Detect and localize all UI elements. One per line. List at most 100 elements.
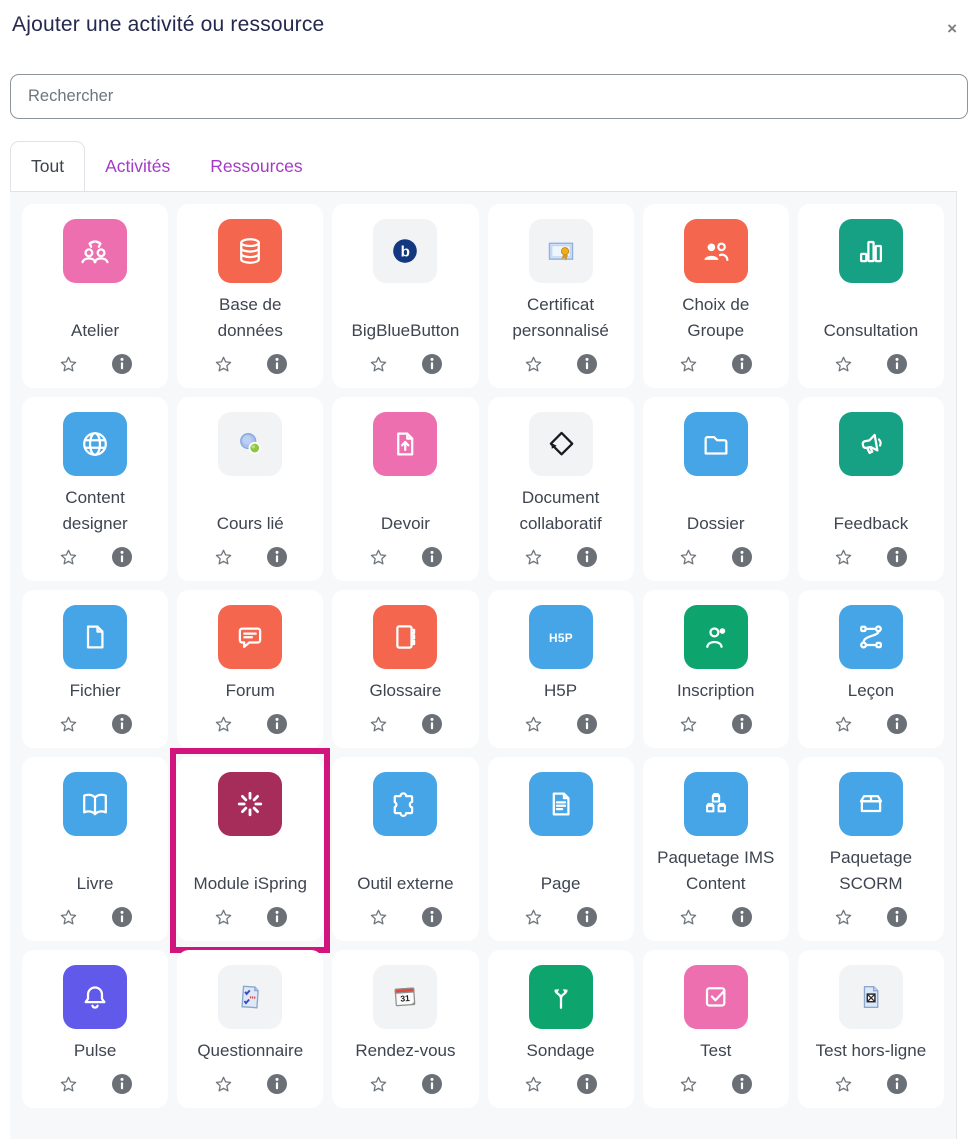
activity-card-consultation[interactable]: Consultation xyxy=(798,204,944,388)
info-circle-icon[interactable] xyxy=(731,1073,753,1095)
star-outline-icon[interactable] xyxy=(58,907,79,928)
activity-card-outil-externe[interactable]: Outil externe xyxy=(332,757,478,941)
star-outline-icon[interactable] xyxy=(523,547,544,568)
info-circle-icon[interactable] xyxy=(266,713,288,735)
star-outline-icon[interactable] xyxy=(58,354,79,375)
info-circle-icon[interactable] xyxy=(731,906,753,928)
info-circle-icon[interactable] xyxy=(111,906,133,928)
activity-card-dossier[interactable]: Dossier xyxy=(643,397,789,581)
info-circle-icon[interactable] xyxy=(576,546,598,568)
star-outline-icon[interactable] xyxy=(213,354,234,375)
info-circle-icon[interactable] xyxy=(886,546,908,568)
activity-card-test[interactable]: Test xyxy=(643,950,789,1108)
star-outline-icon[interactable] xyxy=(213,547,234,568)
info-circle-icon[interactable] xyxy=(886,906,908,928)
info-circle-icon[interactable] xyxy=(111,713,133,735)
star-outline-icon[interactable] xyxy=(368,1074,389,1095)
megaphone-icon xyxy=(839,412,903,476)
star-outline-icon[interactable] xyxy=(678,354,699,375)
star-outline-icon[interactable] xyxy=(523,907,544,928)
search-bar xyxy=(10,74,968,119)
info-circle-icon[interactable] xyxy=(266,353,288,375)
star-outline-icon[interactable] xyxy=(368,547,389,568)
activity-card-certificat-personnalis[interactable]: Certificat personnalisé xyxy=(488,204,634,388)
star-outline-icon[interactable] xyxy=(213,1074,234,1095)
info-circle-icon[interactable] xyxy=(576,1073,598,1095)
star-outline-icon[interactable] xyxy=(678,907,699,928)
info-circle-icon[interactable] xyxy=(731,546,753,568)
info-circle-icon[interactable] xyxy=(421,713,443,735)
tab-ressources[interactable]: Ressources xyxy=(190,141,322,191)
activity-card-sondage[interactable]: Sondage xyxy=(488,950,634,1108)
info-circle-icon[interactable] xyxy=(421,546,443,568)
info-circle-icon[interactable] xyxy=(886,1073,908,1095)
activity-card-fichier[interactable]: Fichier xyxy=(22,590,168,748)
star-outline-icon[interactable] xyxy=(678,1074,699,1095)
activity-card-bigbluebutton[interactable]: bBigBlueButton xyxy=(332,204,478,388)
info-circle-icon[interactable] xyxy=(111,1073,133,1095)
info-circle-icon[interactable] xyxy=(111,353,133,375)
activity-card-cours-li[interactable]: Cours lié xyxy=(177,397,323,581)
activity-card-questionnaire[interactable]: Questionnaire xyxy=(177,950,323,1108)
activity-card-choix-de-groupe[interactable]: Choix de Groupe xyxy=(643,204,789,388)
activity-card-rendez-vous[interactable]: 31Rendez-vous xyxy=(332,950,478,1108)
info-circle-icon[interactable] xyxy=(421,353,443,375)
star-outline-icon[interactable] xyxy=(523,354,544,375)
info-circle-icon[interactable] xyxy=(266,546,288,568)
activity-card-atelier[interactable]: Atelier xyxy=(22,204,168,388)
star-outline-icon[interactable] xyxy=(58,1074,79,1095)
info-circle-icon[interactable] xyxy=(421,906,443,928)
activity-card-forum[interactable]: Forum xyxy=(177,590,323,748)
star-outline-icon[interactable] xyxy=(833,907,854,928)
activity-card-page[interactable]: Page xyxy=(488,757,634,941)
star-outline-icon[interactable] xyxy=(833,547,854,568)
activity-card-paquetage-scorm[interactable]: Paquetage SCORM xyxy=(798,757,944,941)
star-outline-icon[interactable] xyxy=(678,714,699,735)
activity-card-pulse[interactable]: Pulse xyxy=(22,950,168,1108)
star-outline-icon[interactable] xyxy=(213,907,234,928)
info-circle-icon[interactable] xyxy=(266,1073,288,1095)
card-actions xyxy=(213,351,288,377)
activity-label: Test hors-ligne xyxy=(816,1029,927,1064)
info-circle-icon[interactable] xyxy=(576,713,598,735)
tab-tout[interactable]: Tout xyxy=(10,141,85,191)
activity-card-le-on[interactable]: Leçon xyxy=(798,590,944,748)
info-circle-icon[interactable] xyxy=(421,1073,443,1095)
star-outline-icon[interactable] xyxy=(523,1074,544,1095)
activity-card-test-hors-ligne[interactable]: Test hors-ligne xyxy=(798,950,944,1108)
tab-activites[interactable]: Activités xyxy=(85,141,190,191)
activity-card-document-collaboratif[interactable]: Document collaboratif xyxy=(488,397,634,581)
activity-card-glossaire[interactable]: Glossaire xyxy=(332,590,478,748)
star-outline-icon[interactable] xyxy=(58,547,79,568)
activity-card-base-de-donn-es[interactable]: Base de données xyxy=(177,204,323,388)
star-outline-icon[interactable] xyxy=(523,714,544,735)
h5p-logo-icon: H5P xyxy=(529,605,593,669)
activity-card-livre[interactable]: Livre xyxy=(22,757,168,941)
close-icon[interactable]: × xyxy=(947,20,957,37)
star-outline-icon[interactable] xyxy=(368,907,389,928)
star-outline-icon[interactable] xyxy=(58,714,79,735)
star-outline-icon[interactable] xyxy=(368,714,389,735)
star-outline-icon[interactable] xyxy=(833,714,854,735)
info-circle-icon[interactable] xyxy=(731,713,753,735)
info-circle-icon[interactable] xyxy=(266,906,288,928)
info-circle-icon[interactable] xyxy=(576,906,598,928)
info-circle-icon[interactable] xyxy=(111,546,133,568)
star-outline-icon[interactable] xyxy=(678,547,699,568)
activity-card-inscription[interactable]: Inscription xyxy=(643,590,789,748)
search-input[interactable] xyxy=(10,74,968,119)
info-circle-icon[interactable] xyxy=(886,353,908,375)
activity-card-paquetage-ims-content[interactable]: Paquetage IMS Content xyxy=(643,757,789,941)
activity-card-devoir[interactable]: Devoir xyxy=(332,397,478,581)
info-circle-icon[interactable] xyxy=(886,713,908,735)
activity-card-feedback[interactable]: Feedback xyxy=(798,397,944,581)
activity-card-module-ispring[interactable]: Module iSpring xyxy=(177,757,323,941)
activity-card-content-designer[interactable]: Content designer xyxy=(22,397,168,581)
star-outline-icon[interactable] xyxy=(833,1074,854,1095)
star-outline-icon[interactable] xyxy=(833,354,854,375)
star-outline-icon[interactable] xyxy=(368,354,389,375)
star-outline-icon[interactable] xyxy=(213,714,234,735)
activity-card-h5p[interactable]: H5PH5P xyxy=(488,590,634,748)
info-circle-icon[interactable] xyxy=(576,353,598,375)
info-circle-icon[interactable] xyxy=(731,353,753,375)
